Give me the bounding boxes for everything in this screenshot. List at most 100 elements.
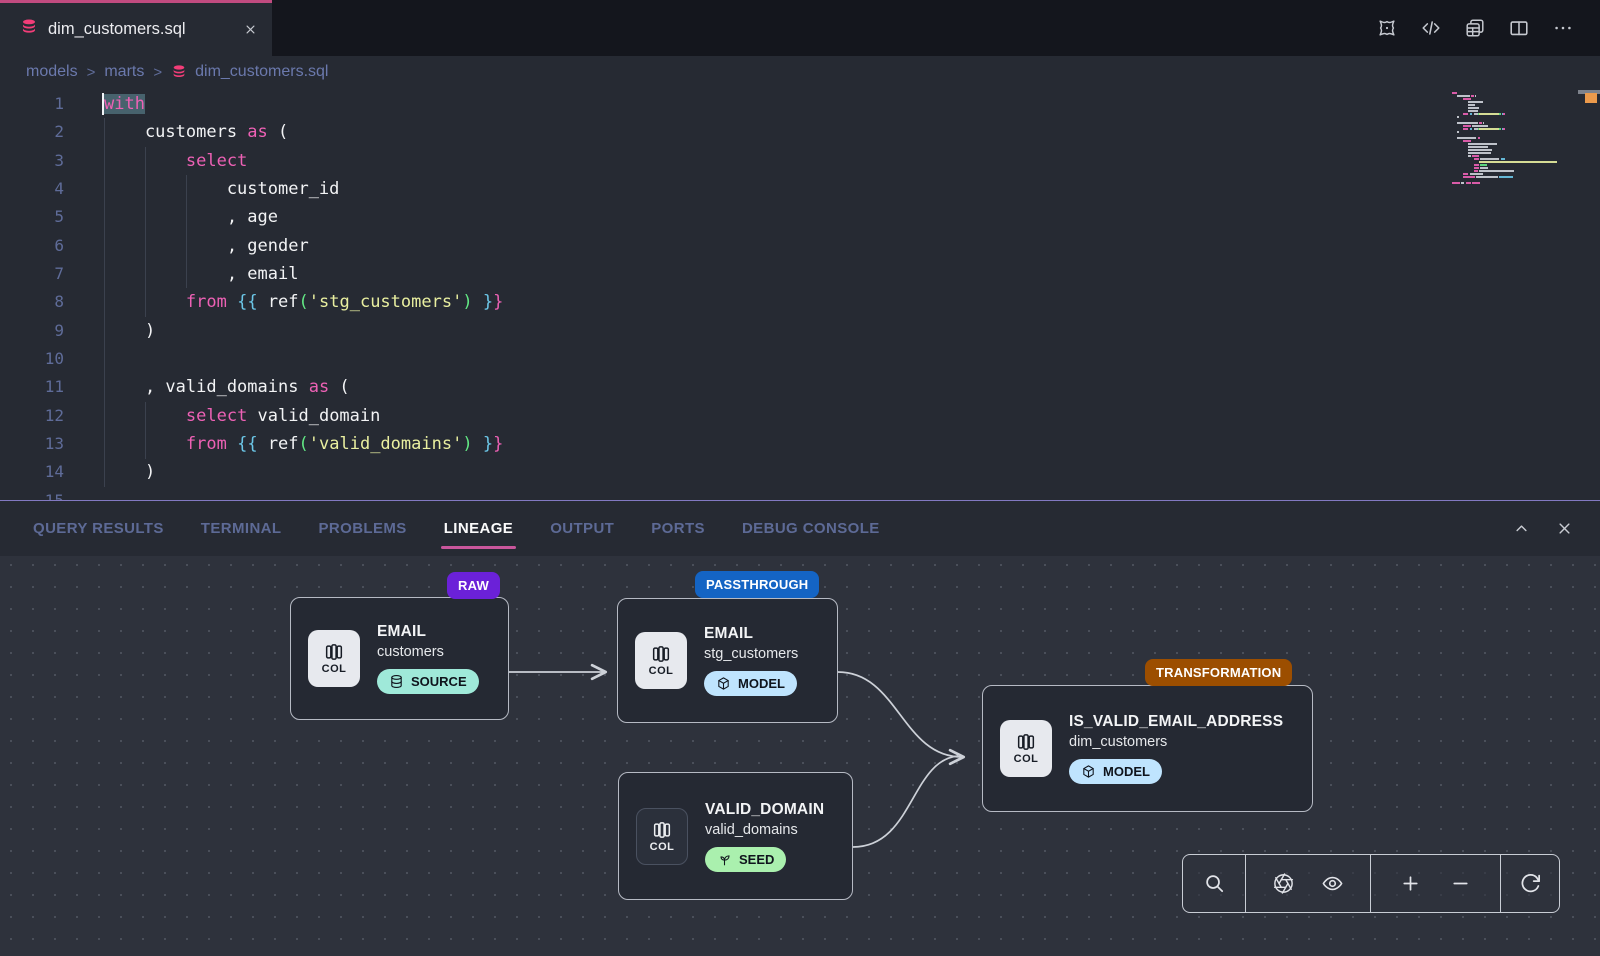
- panel-tab-lineage[interactable]: LINEAGE: [444, 501, 513, 556]
- line-number: 4: [0, 175, 64, 203]
- line-number: 1: [0, 90, 64, 118]
- node-model-name: customers: [377, 644, 479, 660]
- indent-guide: [145, 402, 146, 459]
- line-number: 10: [0, 345, 64, 373]
- column-chip-label: COL: [1014, 753, 1039, 765]
- breadcrumb: models>marts>dim_customers.sql: [0, 56, 1600, 88]
- resource-type-badge: MODEL: [1069, 759, 1162, 784]
- panel-tab-output[interactable]: OUTPUT: [550, 501, 614, 556]
- split-editor-icon[interactable]: [1508, 17, 1530, 39]
- dbt-logo[interactable]: [1376, 17, 1398, 39]
- line-number: 12: [0, 402, 64, 430]
- breadcrumb-item-marts[interactable]: marts: [104, 63, 144, 81]
- panel-tab-debug-console[interactable]: DEBUG CONSOLE: [742, 501, 880, 556]
- node-model-name: dim_customers: [1069, 734, 1283, 750]
- lineage-node-dim_customers[interactable]: COL IS_VALID_EMAIL_ADDRESS dim_customers MO…: [982, 685, 1313, 812]
- lineage-toolbar: [1182, 854, 1560, 913]
- node-model-name: stg_customers: [704, 646, 798, 662]
- close-panel-icon[interactable]: [1555, 519, 1574, 538]
- indent-guide: [145, 147, 146, 317]
- column-chip: COL: [635, 632, 687, 689]
- node-column-name: EMAIL: [377, 623, 479, 641]
- search-button[interactable]: [1203, 872, 1226, 895]
- columns-icon: [651, 644, 671, 664]
- tab-dim-customers-sql[interactable]: dim_customers.sql: [0, 0, 272, 56]
- panel-tab-query-results[interactable]: QUERY RESULTS: [33, 501, 164, 556]
- editor-tab-bar: dim_customers.sql: [0, 0, 1600, 56]
- copy-table-icon[interactable]: [1464, 17, 1486, 39]
- columns-icon: [1016, 732, 1036, 752]
- code-line: 2 customers as (: [0, 118, 1600, 146]
- lineage-node-stg_customers[interactable]: COL EMAIL stg_customers MODEL: [617, 598, 838, 723]
- code-line: 5 , age: [0, 203, 1600, 231]
- cube-icon: [1081, 764, 1096, 779]
- text-cursor: [102, 93, 104, 115]
- refresh-button[interactable]: [1519, 872, 1542, 895]
- editor-actions: [1376, 0, 1600, 56]
- column-chip: COL: [1000, 720, 1052, 777]
- line-number: 6: [0, 232, 64, 260]
- lineage-node-customers[interactable]: COL EMAIL customers SOURCE: [290, 597, 509, 720]
- column-chip: COL: [308, 630, 360, 687]
- resource-type-badge: SOURCE: [377, 669, 479, 694]
- resource-type-badge: MODEL: [704, 671, 797, 696]
- code-line: 14 ): [0, 458, 1600, 486]
- panel-tab-ports[interactable]: PORTS: [651, 501, 705, 556]
- code-line: 13 from {{ ref('valid_domains') }}: [0, 430, 1600, 458]
- column-chip-label: COL: [322, 663, 347, 675]
- code-line: 15: [0, 487, 1600, 500]
- code-line: 11 , valid_domains as (: [0, 373, 1600, 401]
- aperture-button[interactable]: [1272, 872, 1295, 895]
- breadcrumb-item-file[interactable]: dim_customers.sql: [171, 63, 328, 81]
- code-line: 8 from {{ ref('stg_customers') }}: [0, 288, 1600, 316]
- lineage-type-badge-transformation: TRANSFORMATION: [1145, 659, 1292, 686]
- column-chip: COL: [636, 808, 688, 865]
- zoom-out-button[interactable]: [1449, 872, 1472, 895]
- columns-icon: [324, 642, 344, 662]
- node-column-name: VALID_DOMAIN: [705, 801, 824, 819]
- more-icon[interactable]: [1552, 17, 1574, 39]
- database-file-icon: [171, 64, 187, 80]
- line-number: 7: [0, 260, 64, 288]
- line-number: 8: [0, 288, 64, 316]
- columns-icon: [652, 820, 672, 840]
- code-line: 7 , email: [0, 260, 1600, 288]
- zoom-in-button[interactable]: [1399, 872, 1422, 895]
- code-line: 3 select: [0, 147, 1600, 175]
- code-line: 9 ): [0, 317, 1600, 345]
- resource-type-badge: SEED: [705, 847, 786, 872]
- panel-tab-terminal[interactable]: TERMINAL: [201, 501, 282, 556]
- line-number: 9: [0, 317, 64, 345]
- ide-window: dim_customers.sql models>marts>dim_custo…: [0, 0, 1600, 956]
- line-number: 15: [0, 487, 64, 500]
- collapse-panel-icon[interactable]: [1512, 519, 1531, 538]
- code-line: 4 customer_id: [0, 175, 1600, 203]
- lineage-type-badge-raw: RAW: [447, 572, 500, 599]
- panel-tab-problems[interactable]: PROBLEMS: [318, 501, 406, 556]
- lineage-canvas[interactable]: COL EMAIL customers SOURCE COL EMAIL stg_custo…: [0, 556, 1600, 956]
- lineage-node-valid_domains[interactable]: COL VALID_DOMAIN valid_domains SEED: [618, 772, 853, 900]
- code-line: 10: [0, 345, 1600, 373]
- cube-icon: [716, 676, 731, 691]
- overview-ruler-marker: [1585, 93, 1597, 103]
- eye-button[interactable]: [1321, 872, 1344, 895]
- seedling-icon: [717, 852, 732, 867]
- breadcrumb-item-models[interactable]: models: [26, 63, 78, 81]
- breadcrumb-separator: >: [87, 64, 96, 81]
- database-file-icon: [20, 18, 38, 41]
- indent-guide: [186, 175, 187, 288]
- column-chip-label: COL: [650, 841, 675, 853]
- line-number: 11: [0, 373, 64, 401]
- code-line: 12 select valid_domain: [0, 402, 1600, 430]
- close-tab-icon[interactable]: [243, 22, 258, 37]
- node-column-name: EMAIL: [704, 625, 798, 643]
- code-icon[interactable]: [1420, 17, 1442, 39]
- node-column-name: IS_VALID_EMAIL_ADDRESS: [1069, 713, 1283, 731]
- lineage-type-badge-passthrough: PASSTHROUGH: [695, 571, 819, 598]
- code-line: 1with: [0, 90, 1600, 118]
- node-model-name: valid_domains: [705, 822, 824, 838]
- code-editor[interactable]: 1with2 customers as (3 select4 customer_…: [0, 88, 1600, 500]
- line-number: 3: [0, 147, 64, 175]
- minimap[interactable]: [1452, 92, 1578, 185]
- line-number: 5: [0, 203, 64, 231]
